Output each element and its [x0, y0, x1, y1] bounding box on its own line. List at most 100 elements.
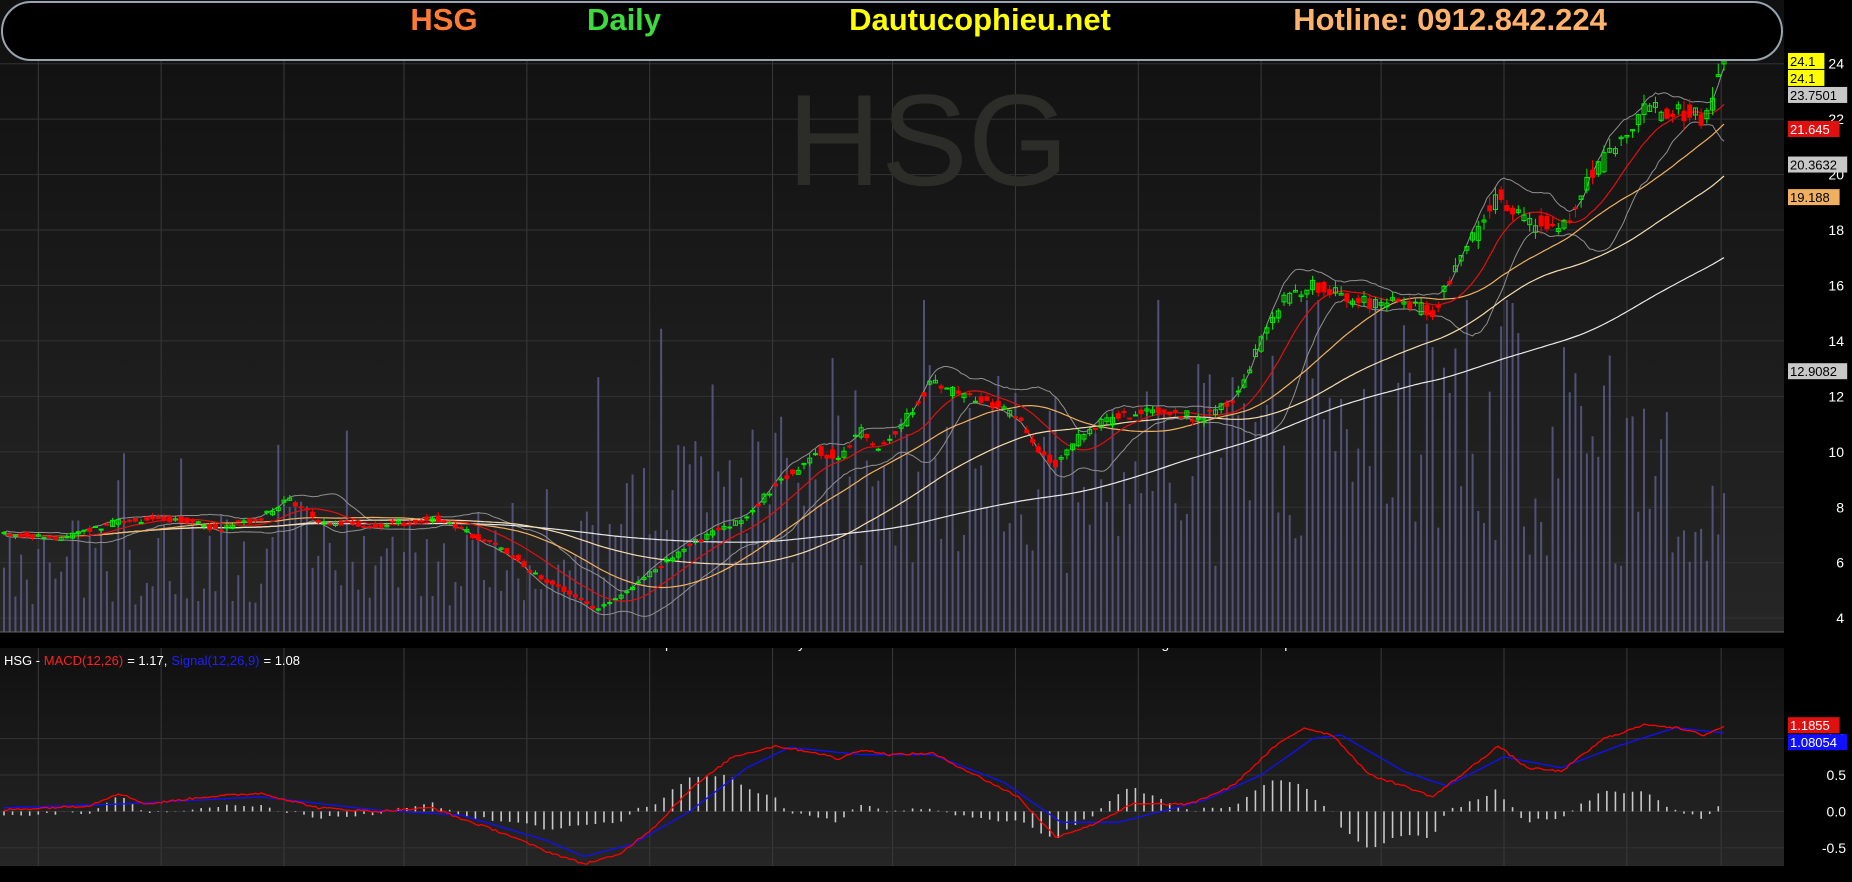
volume-bar [1060, 460, 1063, 632]
volume-bar [448, 605, 451, 632]
volume-bar [1425, 323, 1428, 632]
candle-body [1424, 304, 1430, 316]
candle-body [1664, 108, 1670, 119]
volume-bar [105, 571, 108, 632]
volume-bar [1705, 560, 1708, 632]
volume-bar [443, 543, 445, 632]
volume-bar [477, 512, 480, 632]
candle-body [161, 516, 167, 521]
candle-body [470, 533, 476, 539]
candle-body [1698, 114, 1704, 126]
volume-bar [768, 504, 771, 632]
volume-bar [831, 358, 834, 632]
volume-bar [208, 535, 211, 632]
volume-bar [191, 521, 194, 632]
volume-bar [391, 536, 394, 632]
candle-body [635, 581, 641, 584]
price-tag-label: 20.3632 [1790, 158, 1837, 173]
volume-bar [1077, 502, 1080, 632]
candle-body [367, 525, 373, 528]
macd-legend-value: = 1.17, [127, 653, 167, 668]
volume-bar [1214, 565, 1217, 632]
volume-bar [1283, 445, 1285, 632]
candle-body [1235, 390, 1241, 393]
candle-body [178, 516, 184, 523]
volume-bar [591, 525, 594, 632]
volume-bar [294, 503, 297, 632]
volume-bar [1528, 554, 1531, 632]
candle-body [1321, 281, 1327, 293]
volume-bar [117, 480, 120, 632]
volume-bar [88, 535, 91, 632]
candle-body [1367, 298, 1373, 309]
candle-body [978, 396, 984, 403]
volume-bar [1700, 528, 1703, 632]
watermark: HSG [787, 67, 1069, 213]
volume-bar [1368, 466, 1371, 632]
candle-body [955, 390, 961, 394]
candle-body [727, 526, 733, 529]
candle-body [1224, 402, 1230, 407]
volume-bar [20, 554, 23, 632]
candle-body [144, 517, 150, 521]
volume-bar [1128, 504, 1131, 632]
volume-bar [134, 604, 137, 632]
candle-body [892, 431, 898, 435]
candle-body [1550, 224, 1556, 227]
volume-bar [185, 598, 188, 632]
candle-body [212, 523, 218, 529]
volume-bar [1471, 453, 1474, 632]
candle-body [887, 438, 893, 441]
volume-bar [631, 474, 634, 632]
volume-bar [654, 530, 657, 632]
volume-bar [1054, 396, 1057, 632]
candle-body [1572, 207, 1578, 210]
volume-bar [1374, 300, 1377, 632]
volume-bar [145, 582, 148, 632]
volume-bar [1643, 408, 1645, 632]
volume-bar [1363, 389, 1365, 632]
volume-bar [454, 582, 457, 632]
volume-bar [83, 597, 85, 632]
volume-bar [431, 596, 434, 632]
candle-body [1567, 220, 1573, 223]
volume-bar [25, 579, 28, 632]
volume-bar [1540, 521, 1543, 632]
candle-body [92, 526, 98, 529]
candle-body [824, 454, 830, 459]
volume-bar [1117, 536, 1120, 632]
candle-body [121, 520, 127, 523]
candle-body [715, 528, 721, 531]
volume-bar [363, 536, 365, 632]
volume-bar [174, 594, 177, 632]
volume-bar [351, 561, 354, 632]
candle-body [1504, 205, 1510, 212]
volume-bar [763, 522, 765, 632]
volume-bar [1477, 510, 1480, 632]
candle-body [315, 520, 321, 523]
candle-body [1395, 298, 1401, 301]
volume-bar [254, 602, 257, 632]
candle-body [344, 520, 350, 523]
volume-bar [1454, 348, 1457, 632]
candle-body [458, 526, 464, 529]
volume-bar [1163, 411, 1165, 632]
volume-bar [340, 585, 343, 632]
volume-bar [265, 548, 268, 632]
volume-bar [305, 506, 308, 632]
volume-bar [780, 416, 783, 632]
candle-body [938, 385, 944, 389]
volume-bar [1248, 500, 1251, 632]
candle-body [1435, 305, 1441, 308]
candle-body [767, 493, 773, 496]
volume-bar [900, 418, 903, 632]
volume-bar [1551, 426, 1554, 632]
volume-bar [1305, 300, 1308, 632]
volume-bar [1151, 490, 1154, 632]
volume-bar [397, 587, 400, 632]
candle-body [544, 579, 550, 583]
volume-bar [197, 601, 200, 632]
volume-bar [1105, 502, 1108, 632]
candle-body [658, 565, 664, 568]
candle-body [1355, 297, 1361, 303]
